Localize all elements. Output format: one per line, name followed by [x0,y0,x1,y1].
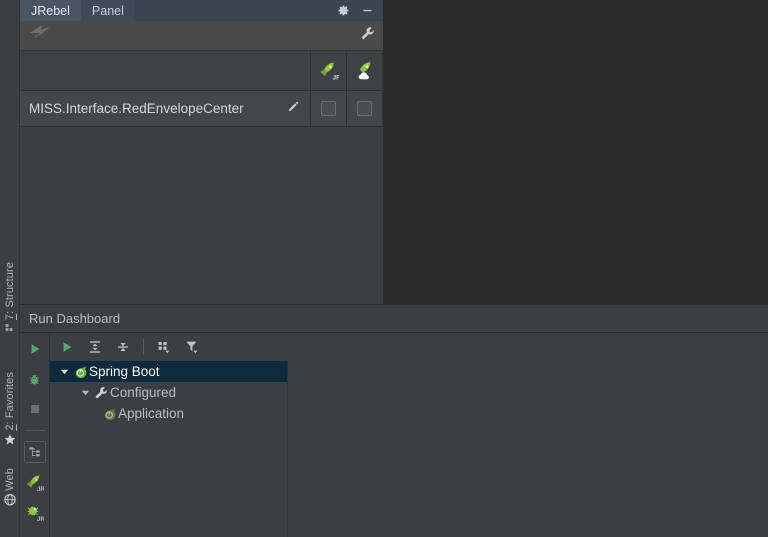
column-header-jrebel[interactable]: JR [311,51,347,90]
web-icon [4,493,16,506]
play-icon [63,342,72,352]
minimize-icon [362,9,372,12]
jrebel-bug-jr-icon: JR [27,506,44,522]
tab-jrebel[interactable]: JRebel [20,0,81,21]
hint-search-everywhere: Search Everywhere [538,10,768,28]
expand-all-button[interactable] [82,335,108,359]
run-dashboard-title: Run Dashboard [20,305,768,333]
collapse-all-button[interactable] [110,335,136,359]
svg-text:JR: JR [37,486,44,492]
tree-node-configured[interactable]: Configured [50,382,287,403]
column-header-jrebel-cloud[interactable] [347,51,383,90]
toolbar-separator [24,430,45,431]
cloud-enabled-cell[interactable] [347,91,383,126]
jrebel-enabled-cell[interactable] [311,91,347,126]
run-dashboard-tool-window: Run Dashboard J J Spring Boot Configured… [20,305,768,537]
run-dashboard-horizontal-toolbar [50,333,768,361]
sidebar-item-web-label: Web [4,468,16,491]
jrebel-rocket-cloud-icon [358,61,371,80]
hide-window-button[interactable] [360,4,374,18]
column-header-module [20,51,311,90]
run-button[interactable] [24,338,46,360]
settings-gear-button[interactable] [336,4,350,18]
cloud-enabled-checkbox[interactable] [357,101,372,116]
tree-node-spring-boot[interactable]: Spring Boot [50,361,287,382]
jrebel-rocket-jr-icon: JR [27,474,44,492]
sidebar-item-structure-label: 7: Structure [4,262,16,321]
tab-panel-label: Panel [91,3,124,18]
tab-jrebel-label: JRebel [31,3,70,18]
jrebel-settings-button[interactable] [360,26,375,46]
structure-icon [4,323,16,334]
stop-icon [30,405,39,413]
jrebel-logo-icon [29,24,53,47]
sidebar-item-favorites-label: 2: Favorites [4,372,16,431]
run-dashboard-main: Spring Boot Configured Application [50,333,768,537]
group-by-icon [158,342,170,354]
tree-node-configured-label: Configured [110,385,177,400]
filter-icon [186,341,198,354]
wrench-icon [361,26,374,39]
star-icon [4,434,16,446]
left-tool-window-stripe: 7: Structure 2: Favorites Web [0,0,20,537]
module-name-cell[interactable]: MISS.Interface.RedEnvelopeCenter [20,91,311,126]
toolbar-separator [143,339,144,355]
hint-recent-files: Recent Files [538,86,768,104]
editor-empty-area: Search Everywhere Go to File ⇧ Recent Fi… [384,0,768,305]
hint-go-to-file: Go to File ⇧ [538,47,768,67]
jrebel-panel-body [20,127,383,304]
stop-button[interactable] [24,398,46,420]
tree-node-application[interactable]: Application [50,403,287,424]
svg-text:JR: JR [332,74,339,81]
editor-hints-list: Search Everywhere Go to File ⇧ Recent Fi… [538,10,768,178]
sidebar-item-favorites[interactable]: 2: Favorites [0,372,20,446]
hint-drop-files: Drop files here [538,160,768,178]
module-name-label: MISS.Interface.RedEnvelopeCenter [29,101,244,116]
group-by-button[interactable] [151,335,177,359]
sidebar-item-structure[interactable]: 7: Structure [0,262,20,334]
jrebel-rocket-jr-icon: JR [320,62,339,81]
tree-structure-icon [28,447,40,457]
run-dashboard-run-button[interactable] [54,335,80,359]
chevron-down-icon[interactable] [58,367,71,376]
tool-window-buttons [336,0,383,21]
run-with-jrebel-button[interactable]: JR [24,471,46,493]
hint-navigation-bar: Navigation Bar [538,123,768,141]
table-row[interactable]: MISS.Interface.RedEnvelopeCenter [20,91,383,127]
debug-with-jrebel-button[interactable]: JR [24,501,46,523]
run-dashboard-vertical-toolbar: JR JR [20,333,50,537]
run-dashboard-tree: Spring Boot Configured Application [50,361,288,537]
wrench-icon [92,386,110,400]
sidebar-item-web[interactable]: Web [0,468,20,506]
bug-icon [30,374,39,384]
run-dashboard-split: Spring Boot Configured Application [50,361,768,537]
jrebel-tool-window: JRebel Panel J MISS.Interface.RedEnvelop… [20,0,384,305]
run-dashboard-title-label: Run Dashboard [29,311,121,326]
app-root: 7: Structure 2: Favorites Web JRebel Pan… [0,0,768,537]
show-configurations-button[interactable] [23,441,46,463]
jrebel-modules-table: JR MISS.Interface.RedEnvelopeCenter [20,51,383,127]
spring-boot-icon [71,364,89,379]
svg-text:JR: JR [37,516,44,522]
jrebel-toolbar [20,21,383,51]
expand-all-icon [90,341,100,353]
tab-panel[interactable]: Panel [80,0,135,21]
tab-bar-spacer [135,0,336,21]
filter-button[interactable] [179,335,205,359]
gear-icon [338,5,348,16]
run-dashboard-detail-pane [288,361,768,537]
collapse-all-icon [118,343,128,351]
spring-boot-gray-icon [100,406,118,421]
run-dashboard-body: JR JR [20,333,768,537]
jrebel-tab-bar: JRebel Panel [20,0,383,21]
tree-node-spring-boot-label: Spring Boot [89,364,160,379]
chevron-down-icon[interactable] [79,388,92,397]
table-header-row: JR [20,51,383,91]
play-icon [31,344,39,354]
debug-button[interactable] [24,368,46,390]
tree-node-application-label: Application [118,406,185,421]
jrebel-enabled-checkbox[interactable] [321,101,336,116]
pencil-icon[interactable] [286,100,300,117]
